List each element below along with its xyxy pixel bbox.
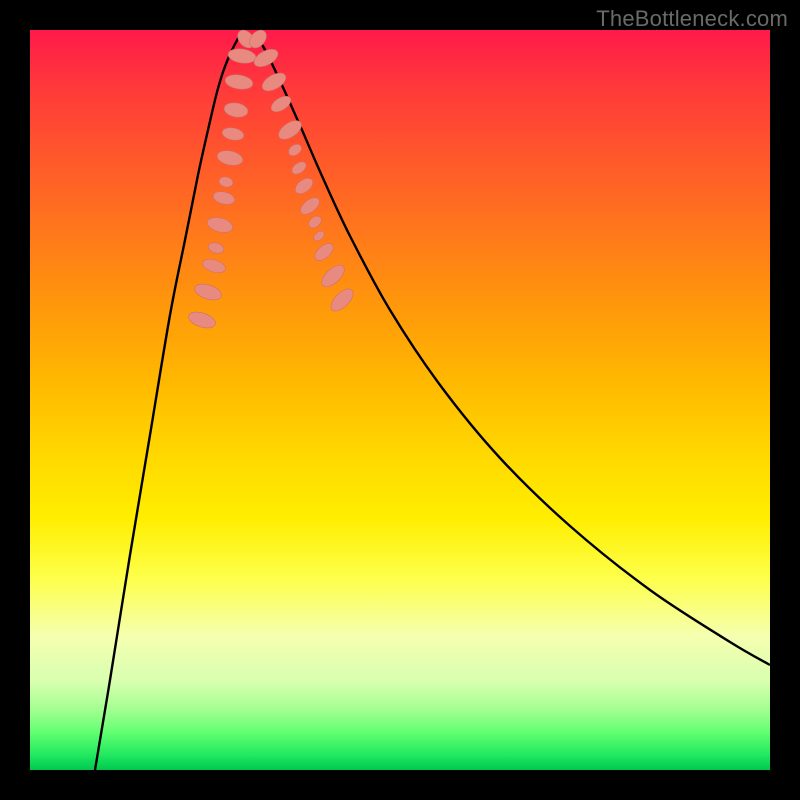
data-marker — [187, 309, 218, 331]
watermark-text: TheBottleneck.com — [596, 6, 788, 32]
data-marker — [193, 281, 224, 303]
data-marker — [223, 101, 249, 119]
data-marker — [212, 190, 236, 207]
data-marker — [312, 229, 326, 243]
data-marker — [221, 126, 245, 142]
data-marker — [292, 175, 315, 197]
data-marker — [298, 194, 323, 217]
data-marker — [218, 176, 234, 189]
data-marker — [290, 159, 309, 176]
chart-container: TheBottleneck.com — [0, 0, 800, 800]
data-marker — [286, 142, 303, 158]
data-marker — [327, 285, 357, 315]
data-marker — [306, 214, 323, 231]
curve-left-branch — [95, 35, 240, 770]
data-marker — [224, 73, 254, 91]
data-marker — [206, 215, 235, 235]
data-marker — [207, 241, 225, 255]
chart-svg — [30, 30, 770, 770]
data-marker — [318, 261, 348, 290]
curve-right-branch — [256, 35, 770, 665]
plot-area — [30, 30, 770, 770]
data-marker — [201, 257, 227, 275]
data-marker — [275, 117, 304, 143]
data-marker — [216, 148, 244, 167]
data-marker — [268, 93, 293, 115]
data-marker — [312, 240, 336, 263]
data-markers — [187, 27, 357, 331]
